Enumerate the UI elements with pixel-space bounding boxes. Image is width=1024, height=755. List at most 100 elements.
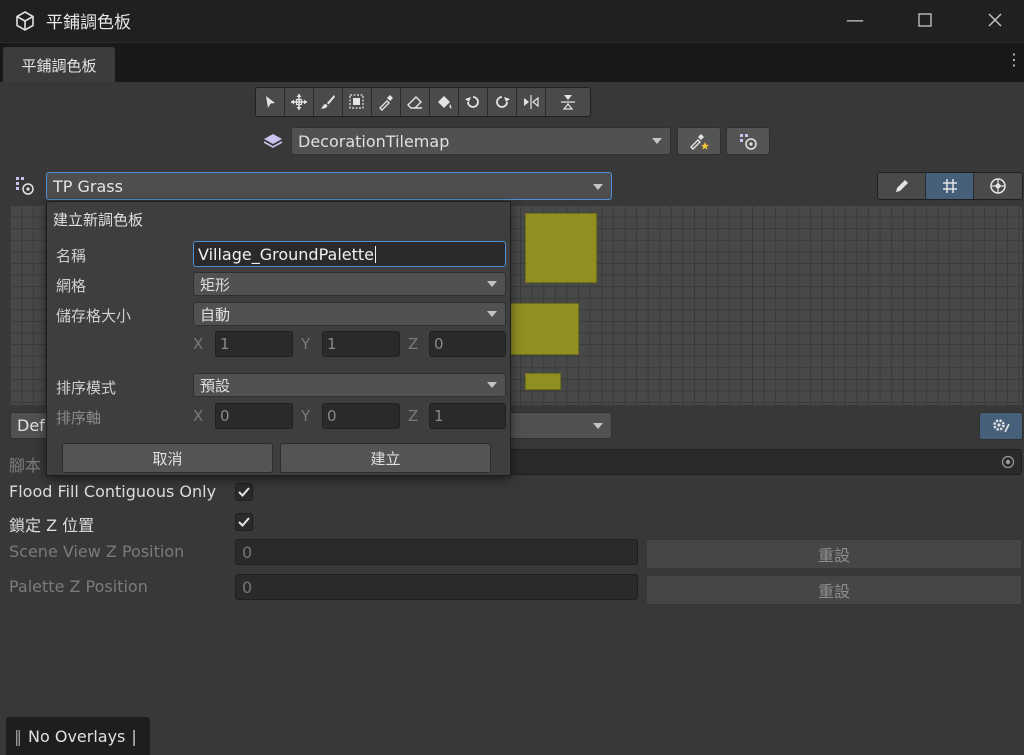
tool-select[interactable]: [256, 88, 285, 116]
palette-name-input[interactable]: Village_GroundPalette: [193, 241, 506, 267]
sort-y-input[interactable]: 0: [322, 403, 400, 429]
grass-tile-block[interactable]: [525, 213, 597, 283]
minimize-button[interactable]: —: [820, 0, 890, 40]
tool-picker[interactable]: [372, 88, 401, 116]
palette-edit-toggle-group: [877, 172, 1023, 200]
tool-flip-y[interactable]: [546, 88, 590, 116]
more-options-icon[interactable]: ⋮: [1006, 50, 1022, 70]
active-tilemap-dropdown[interactable]: DecorationTilemap: [291, 127, 671, 155]
sort-z-input[interactable]: 1: [429, 403, 506, 429]
cell-z-value: 0: [434, 335, 444, 353]
flood-fill-checkbox[interactable]: [235, 483, 253, 501]
drag-handle-icon[interactable]: ‖: [14, 727, 22, 746]
toggle-grid-button[interactable]: [926, 173, 974, 199]
active-tilemap-value: DecorationTilemap: [298, 131, 450, 151]
palette-grid-icon: [740, 134, 757, 150]
brush-dropdown-value: Def: [17, 416, 45, 435]
maximize-button[interactable]: [890, 0, 960, 40]
object-picker-icon[interactable]: [1001, 455, 1015, 469]
lock-z-checkbox[interactable]: [235, 513, 253, 531]
title-bar: 平鋪調色板 —: [0, 0, 1024, 42]
popup-header: 建立新調色板: [53, 211, 144, 229]
scene-z-label: Scene View Z Position: [9, 542, 185, 561]
sort-x-input[interactable]: 0: [215, 403, 293, 429]
create-palette-popup: 建立新調色板 名稱 Village_GroundPalette 網格 矩形 儲存…: [46, 201, 511, 476]
palette-z-label: Palette Z Position: [9, 577, 148, 596]
chevron-down-icon: [593, 184, 603, 190]
close-icon: [988, 13, 1002, 27]
tool-toolbar: [255, 87, 591, 117]
window-title: 平鋪調色板: [46, 13, 131, 33]
cell-z-input[interactable]: 0: [429, 331, 506, 357]
flip-horizontal-icon: [524, 95, 539, 109]
cell-x-input[interactable]: 1: [215, 331, 293, 357]
checkmark-icon: [238, 487, 250, 497]
text-cursor: [375, 245, 376, 263]
palette-z-value: 0: [242, 577, 253, 597]
create-button[interactable]: 建立: [280, 443, 491, 473]
tile-palette-settings-button[interactable]: [726, 127, 770, 155]
move-icon: [291, 94, 307, 110]
grass-tile-block[interactable]: [509, 303, 579, 355]
close-button[interactable]: [960, 0, 1024, 40]
flood-fill-label: Flood Fill Contiguous Only: [9, 482, 217, 501]
tab-bar: 平鋪調色板: [0, 42, 1024, 83]
select-arrow-icon: [266, 96, 275, 108]
tilemap-focus-button[interactable]: [677, 127, 721, 155]
tool-move[interactable]: [285, 88, 314, 116]
cell-y-input[interactable]: 1: [322, 331, 400, 357]
palette-z-input[interactable]: 0: [235, 574, 638, 600]
cancel-button[interactable]: 取消: [62, 443, 273, 473]
chevron-down-icon: [593, 422, 603, 429]
sort-x-value: 0: [220, 407, 230, 425]
scene-z-value: 0: [242, 542, 253, 562]
sort-x-label: X: [193, 407, 204, 425]
tool-eraser[interactable]: [401, 88, 430, 116]
cell-x-value: 1: [220, 335, 230, 353]
layers-icon: [263, 134, 283, 148]
eyedropper-star-icon: [690, 134, 709, 150]
grid-type-dropdown[interactable]: 矩形: [193, 272, 506, 296]
chevron-down-icon: [652, 138, 662, 144]
pencil-icon: [895, 180, 908, 192]
tool-fill[interactable]: [430, 88, 459, 116]
flip-vertical-icon: [561, 95, 575, 110]
reset-palette-z-button[interactable]: 重設: [646, 575, 1022, 605]
grid-type-value: 矩形: [200, 275, 231, 294]
tool-rotate-cw[interactable]: [488, 88, 517, 116]
reset-scene-z-button[interactable]: 重設: [646, 539, 1022, 569]
name-label: 名稱: [56, 247, 87, 265]
chevron-down-icon: [487, 281, 497, 287]
unity-logo-icon: [16, 11, 34, 31]
brush-settings-button[interactable]: [979, 412, 1023, 440]
sort-y-label: Y: [301, 407, 311, 425]
scene-z-input[interactable]: 0: [235, 539, 638, 565]
sort-mode-dropdown[interactable]: 預設: [193, 373, 506, 397]
tool-box-fill[interactable]: [343, 88, 372, 116]
maximize-icon: [918, 13, 932, 27]
cell-size-label: 儲存格大小: [56, 307, 132, 325]
paintbrush-icon: [321, 95, 335, 109]
palette-icon: [16, 177, 34, 195]
chevron-down-icon: [487, 311, 497, 317]
script-label: 腳本: [9, 456, 42, 475]
gizmo-icon: [990, 178, 1006, 194]
tool-rotate-ccw[interactable]: [459, 88, 488, 116]
grass-tile-block[interactable]: [525, 373, 561, 390]
tool-paint[interactable]: [314, 88, 343, 116]
grid-icon: [942, 179, 957, 193]
chevron-down-icon: [487, 382, 497, 388]
cell-size-value: 自動: [200, 305, 231, 324]
cell-y-value: 1: [327, 335, 337, 353]
tab-tile-palette[interactable]: 平鋪調色板: [3, 47, 115, 83]
cell-x-label: X: [193, 335, 204, 353]
cell-size-dropdown[interactable]: 自動: [193, 302, 506, 326]
sort-z-value: 1: [434, 407, 444, 425]
edit-palette-button[interactable]: [878, 173, 926, 199]
overlays-bar[interactable]: ‖ No Overlays |: [6, 717, 150, 755]
tool-flip-x[interactable]: [517, 88, 546, 116]
toggle-gizmos-button[interactable]: [974, 173, 1022, 199]
palette-dropdown[interactable]: TP Grass: [46, 172, 612, 200]
checkmark-icon: [238, 517, 250, 527]
palette-name-value: Village_GroundPalette: [198, 244, 374, 264]
